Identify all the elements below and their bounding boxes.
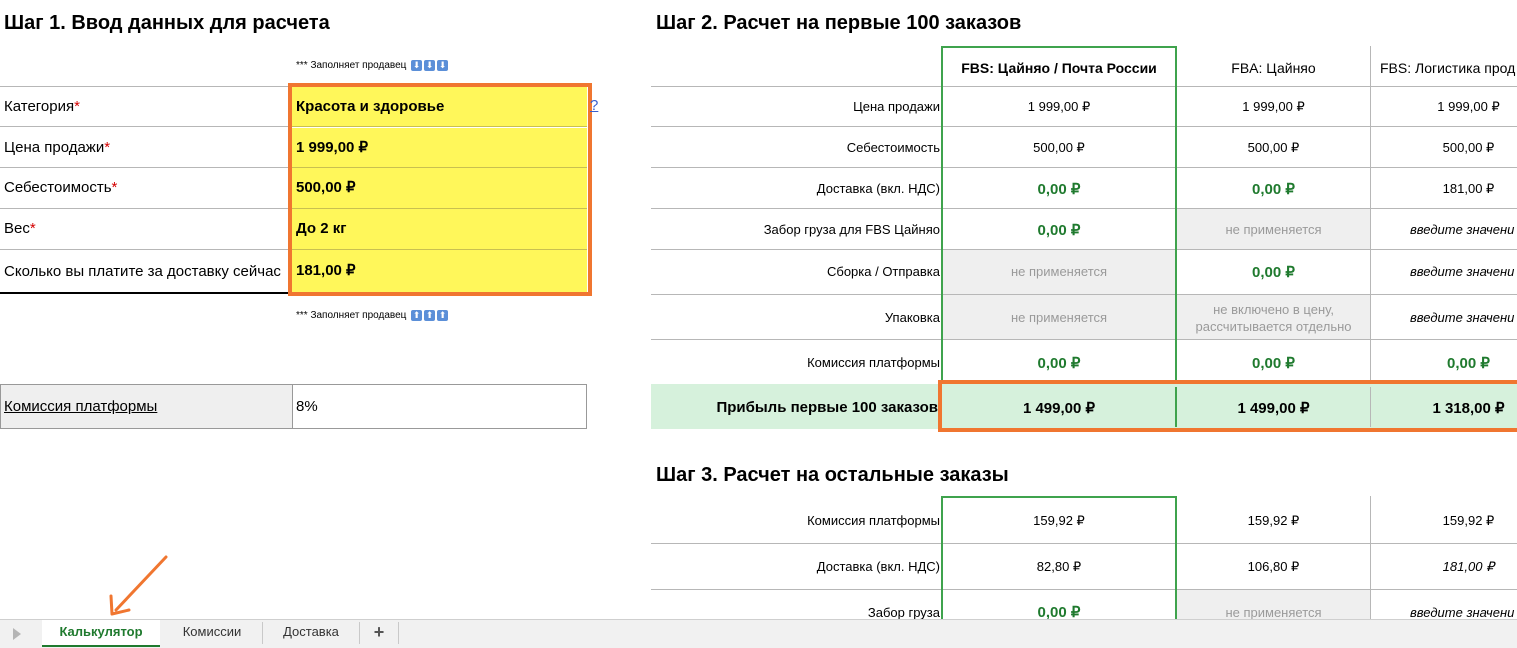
cell: 0,00 ₽ — [1037, 222, 1081, 239]
step1-title: Шаг 1. Ввод данных для расчета — [4, 12, 330, 34]
cell: 1 999,00 ₽ — [1242, 99, 1305, 114]
cell: 0,00 ₽ — [1447, 355, 1490, 372]
row-label: Упаковка — [884, 310, 940, 325]
annotation-arrow-icon — [109, 555, 168, 616]
arrow-up-icon: ⬆ — [437, 310, 449, 321]
cell: 0,00 ₽ — [1037, 355, 1081, 372]
row-label: Забор груза для FBS Цайняо — [763, 222, 940, 237]
row-label: Доставка (вкл. НДС) — [816, 559, 940, 574]
sheet-tab-bar: Калькулятор Комиссии Доставка + — [0, 619, 1517, 648]
col-header-fbs-cainiao: FBS: Цайняо / Почта России — [961, 60, 1157, 76]
cell: 500,00 ₽ — [1442, 140, 1495, 155]
tab-delivery[interactable]: Доставка — [263, 620, 359, 647]
cell: 1 999,00 ₽ — [1027, 99, 1091, 114]
cell[interactable]: введите значени — [1410, 605, 1514, 620]
input-highlight-frame — [288, 83, 592, 296]
arrow-down-icon: ⬇ — [411, 60, 423, 71]
weight-label: Вес* — [4, 220, 36, 237]
seller-fill-note-top: *** Заполняет продавец ⬇ ⬇ ⬇ — [296, 60, 449, 72]
row-label: Забор груза — [867, 605, 940, 620]
cell: не включено в цену, рассчитывается отдел… — [1195, 302, 1352, 334]
cell: 159,92 ₽ — [1247, 513, 1300, 528]
cell: не применяется — [1010, 264, 1108, 279]
cell: не применяется — [1225, 222, 1322, 237]
col-header-fba-cainiao: FBA: Цайняо — [1231, 60, 1316, 76]
seller-fill-note-bottom: *** Заполняет продавец ⬆ ⬆ ⬆ — [296, 310, 449, 322]
cost-price-label: Себестоимость* — [4, 179, 118, 196]
play-icon[interactable] — [13, 628, 21, 640]
current-delivery-label: Сколько вы платите за доставку сейчас — [4, 263, 281, 280]
cell: 500,00 ₽ — [1033, 140, 1085, 155]
cell: 159,92 ₽ — [1442, 513, 1495, 528]
cell: 500,00 ₽ — [1247, 140, 1300, 155]
row-label: Доставка (вкл. НДС) — [816, 181, 940, 196]
profit-label: Прибыль первые 100 заказов — [716, 399, 938, 416]
commission-value: 8% — [296, 398, 318, 415]
cell: 159,92 ₽ — [1033, 513, 1085, 528]
row-label: Комиссия платформы — [807, 513, 940, 528]
cell: 0,00 ₽ — [1252, 264, 1295, 281]
cell: 181,00 ₽ — [1442, 559, 1495, 574]
cell[interactable]: введите значени — [1410, 264, 1514, 279]
arrow-down-icon: ⬇ — [437, 60, 449, 71]
step2-title: Шаг 2. Расчет на первые 100 заказов — [656, 12, 1022, 34]
cell[interactable]: введите значени — [1410, 222, 1514, 237]
cell[interactable]: введите значени — [1410, 310, 1514, 325]
row-label: Комиссия платформы — [807, 355, 940, 370]
commission-label-link[interactable]: Комиссия платформы — [4, 398, 157, 415]
profit-highlight-frame — [938, 380, 1517, 432]
cell: 82,80 ₽ — [1036, 559, 1082, 574]
cell: 0,00 ₽ — [1252, 181, 1295, 198]
row-label: Себестоимость — [846, 140, 940, 155]
tab-calculator[interactable]: Калькулятор — [42, 620, 160, 647]
cell: 1 999,00 ₽ — [1437, 99, 1500, 114]
cell: не применяется — [1010, 310, 1108, 325]
sale-price-label: Цена продажи* — [4, 139, 111, 156]
commission-row: Комиссия платформы 8% — [0, 384, 587, 429]
cell: не применяется — [1225, 605, 1322, 620]
tab-commissions[interactable]: Комиссии — [162, 620, 262, 647]
arrow-down-icon: ⬇ — [424, 60, 436, 71]
cell: 0,00 ₽ — [1252, 355, 1295, 372]
step3-title: Шаг 3. Расчет на остальные заказы — [656, 464, 1009, 486]
category-label: Категория* — [4, 98, 80, 115]
row-label: Сборка / Отправка — [826, 264, 940, 279]
arrow-up-icon: ⬆ — [424, 310, 436, 321]
cell: 0,00 ₽ — [1037, 181, 1081, 198]
cell: 181,00 ₽ — [1442, 181, 1495, 196]
cell: 106,80 ₽ — [1247, 559, 1300, 574]
col-header-fbs-seller-logistics: FBS: Логистика прод — [1380, 60, 1516, 76]
add-sheet-button[interactable]: + — [360, 620, 398, 647]
arrow-up-icon: ⬆ — [411, 310, 423, 321]
category-help-link[interactable]: ? — [590, 97, 598, 114]
row-label: Цена продажи — [853, 99, 940, 114]
